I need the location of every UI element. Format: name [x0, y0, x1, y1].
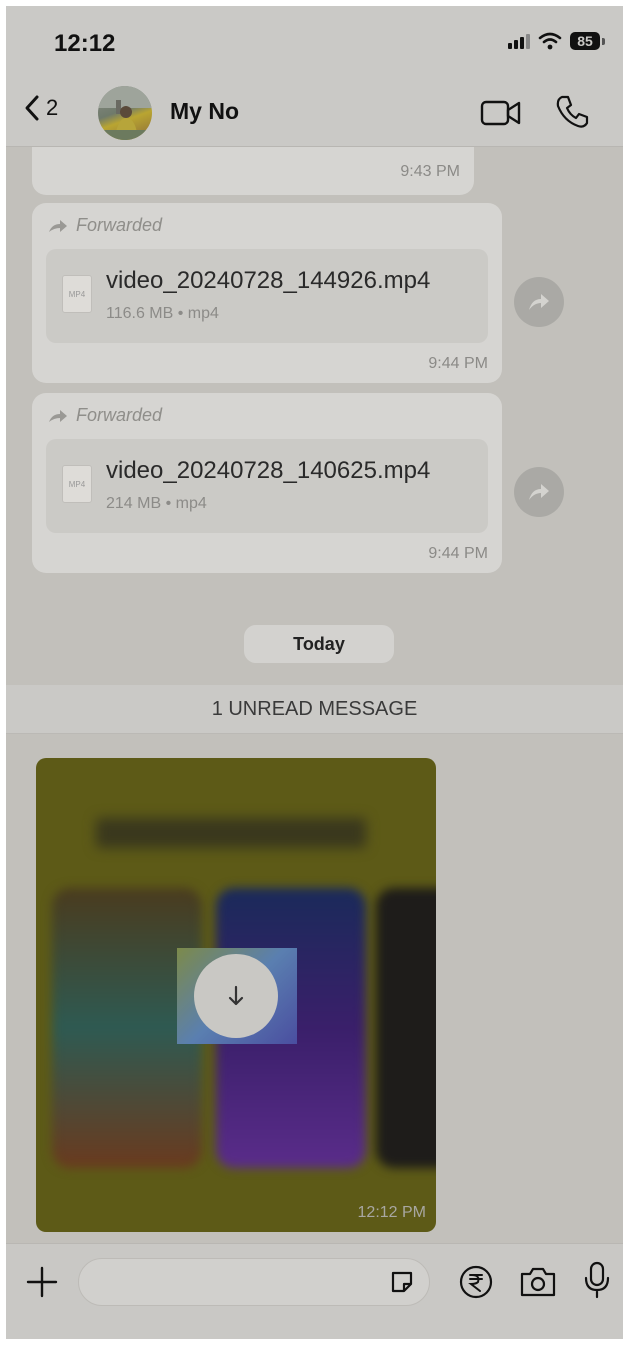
- status-bar: 12:12 85: [6, 6, 623, 76]
- file-type-icon: MP4: [62, 275, 92, 313]
- battery-tip: [602, 37, 605, 45]
- download-button[interactable]: [194, 954, 278, 1038]
- message-time: 9:43 PM: [400, 163, 460, 180]
- wifi-icon: [538, 32, 562, 50]
- forwarded-label: Forwarded: [48, 405, 162, 426]
- phone-icon[interactable]: [554, 94, 590, 130]
- message-time: 9:44 PM: [428, 545, 488, 562]
- message-bubble[interactable]: Forwarded MP4 video_20240728_140625.mp4 …: [32, 393, 502, 573]
- blurred-image-part: [376, 888, 436, 1168]
- microphone-icon[interactable]: [582, 1260, 612, 1300]
- file-attachment[interactable]: MP4 video_20240728_144926.mp4 116.6 MB •…: [46, 249, 488, 343]
- avatar[interactable]: [98, 86, 152, 140]
- file-meta: 116.6 MB • mp4: [106, 305, 219, 322]
- chat-area[interactable]: 9:43 PM Forwarded MP4 video_20240728_144…: [6, 147, 623, 1243]
- share-icon: [529, 484, 549, 500]
- message-time: 9:44 PM: [428, 355, 488, 372]
- file-name: video_20240728_140625.mp4: [106, 457, 431, 484]
- share-button[interactable]: [514, 467, 564, 517]
- forward-arrow-icon: [49, 409, 67, 422]
- file-type-icon: MP4: [62, 465, 92, 503]
- share-button[interactable]: [514, 277, 564, 327]
- message-bubble[interactable]: Forwarded MP4 video_20240728_144926.mp4 …: [32, 203, 502, 383]
- camera-icon[interactable]: [518, 1264, 558, 1300]
- file-name: video_20240728_144926.mp4: [106, 267, 431, 294]
- file-meta: 214 MB • mp4: [106, 495, 207, 512]
- signal-icon: [508, 33, 530, 49]
- chevron-left-icon: [25, 95, 39, 121]
- back-button[interactable]: 2: [24, 94, 58, 122]
- plus-icon[interactable]: [24, 1264, 60, 1300]
- forward-arrow-icon: [49, 219, 67, 232]
- blurred-image-text: [96, 818, 366, 848]
- sticker-icon[interactable]: [389, 1269, 415, 1295]
- phone-screen: 12:12 85 2 My No 9:43 PM Forwarded MP4 v…: [6, 6, 623, 1339]
- rupee-icon[interactable]: [458, 1264, 494, 1300]
- date-separator: Today: [244, 625, 394, 663]
- media-message[interactable]: 12:12 PM: [36, 758, 436, 1232]
- composer-bar: [6, 1243, 623, 1339]
- unread-banner: 1 UNREAD MESSAGE: [6, 685, 623, 734]
- share-icon: [529, 294, 549, 310]
- video-call-icon[interactable]: [480, 98, 522, 128]
- status-indicators: 85: [508, 32, 605, 50]
- forwarded-label: Forwarded: [48, 215, 162, 236]
- message-time: 12:12 PM: [357, 1204, 426, 1221]
- message-bubble[interactable]: 9:43 PM: [32, 147, 474, 195]
- chat-header: 2 My No: [6, 76, 623, 147]
- battery-icon: 85: [570, 32, 600, 50]
- download-icon: [228, 985, 244, 1006]
- contact-name[interactable]: My No: [170, 98, 239, 125]
- file-attachment[interactable]: MP4 video_20240728_140625.mp4 214 MB • m…: [46, 439, 488, 533]
- download-overlay: [177, 948, 297, 1044]
- message-input[interactable]: [78, 1258, 430, 1306]
- avatar-image: [98, 86, 152, 140]
- unread-chats-count: 2: [46, 95, 59, 120]
- status-time: 12:12: [54, 30, 116, 57]
